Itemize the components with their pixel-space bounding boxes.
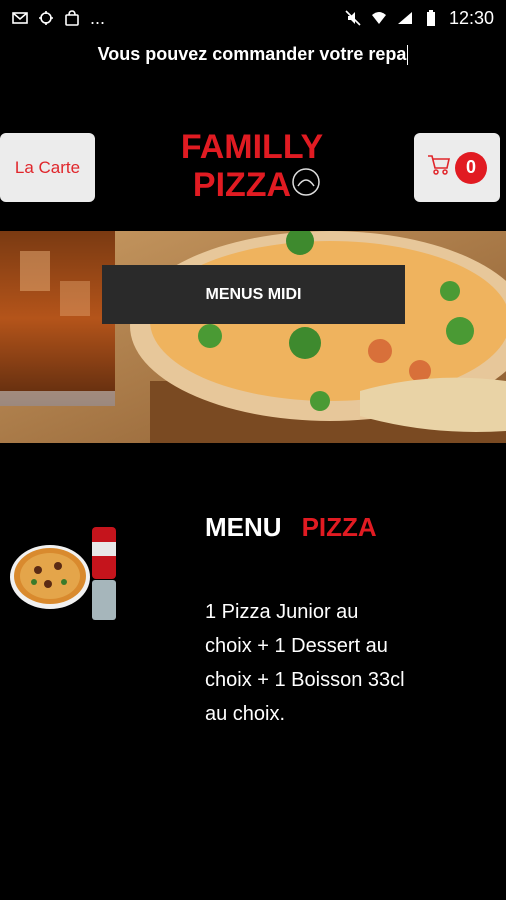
- status-right: 12:30: [345, 8, 494, 29]
- cart-icon: [427, 154, 451, 181]
- ticker-text: Vous pouvez commander votre repa: [97, 44, 407, 64]
- menu-title[interactable]: MENU PIZZA: [205, 512, 377, 543]
- familly-pizza-logo: FAMILLY PIZZA: [180, 126, 330, 206]
- logo-line1: FAMILLY: [181, 128, 324, 166]
- bag-icon: [64, 10, 80, 26]
- wifi-icon: [371, 10, 387, 26]
- mute-icon: [345, 10, 361, 26]
- banner-image: [0, 231, 506, 443]
- battery-icon: [423, 10, 439, 26]
- ticker-caret: [407, 45, 409, 66]
- menu-description: 1 Pizza Junior au choix + 1 Dessert au c…: [205, 601, 405, 725]
- menu-title-word1: MENU: [205, 512, 282, 542]
- status-more: ...: [90, 8, 106, 28]
- menu-pizza-image[interactable]: [8, 522, 126, 622]
- la-carte-label: La Carte: [14, 157, 81, 177]
- status-time: 12:30: [448, 7, 494, 28]
- menus-midi-label: MENUS MIDI: [205, 285, 302, 303]
- signal-icon: [397, 10, 413, 26]
- cart-button[interactable]: 0: [414, 133, 500, 202]
- la-carte-button[interactable]: La Carte: [0, 133, 95, 202]
- logo-line2: PIZZA: [193, 166, 291, 204]
- cart-count-badge: 0: [455, 151, 487, 184]
- menu-title-word2: PIZZA: [301, 512, 377, 542]
- ticker-message: Vous pouvez commander votre repa: [0, 44, 506, 74]
- menus-midi-button[interactable]: MENUS MIDI: [102, 265, 405, 324]
- halal-emblem-icon: [292, 168, 320, 196]
- status-left: ...: [12, 8, 106, 28]
- mail-icon: [12, 10, 28, 26]
- status-bar: ... 12:30: [0, 0, 506, 36]
- sync-icon: [38, 10, 54, 26]
